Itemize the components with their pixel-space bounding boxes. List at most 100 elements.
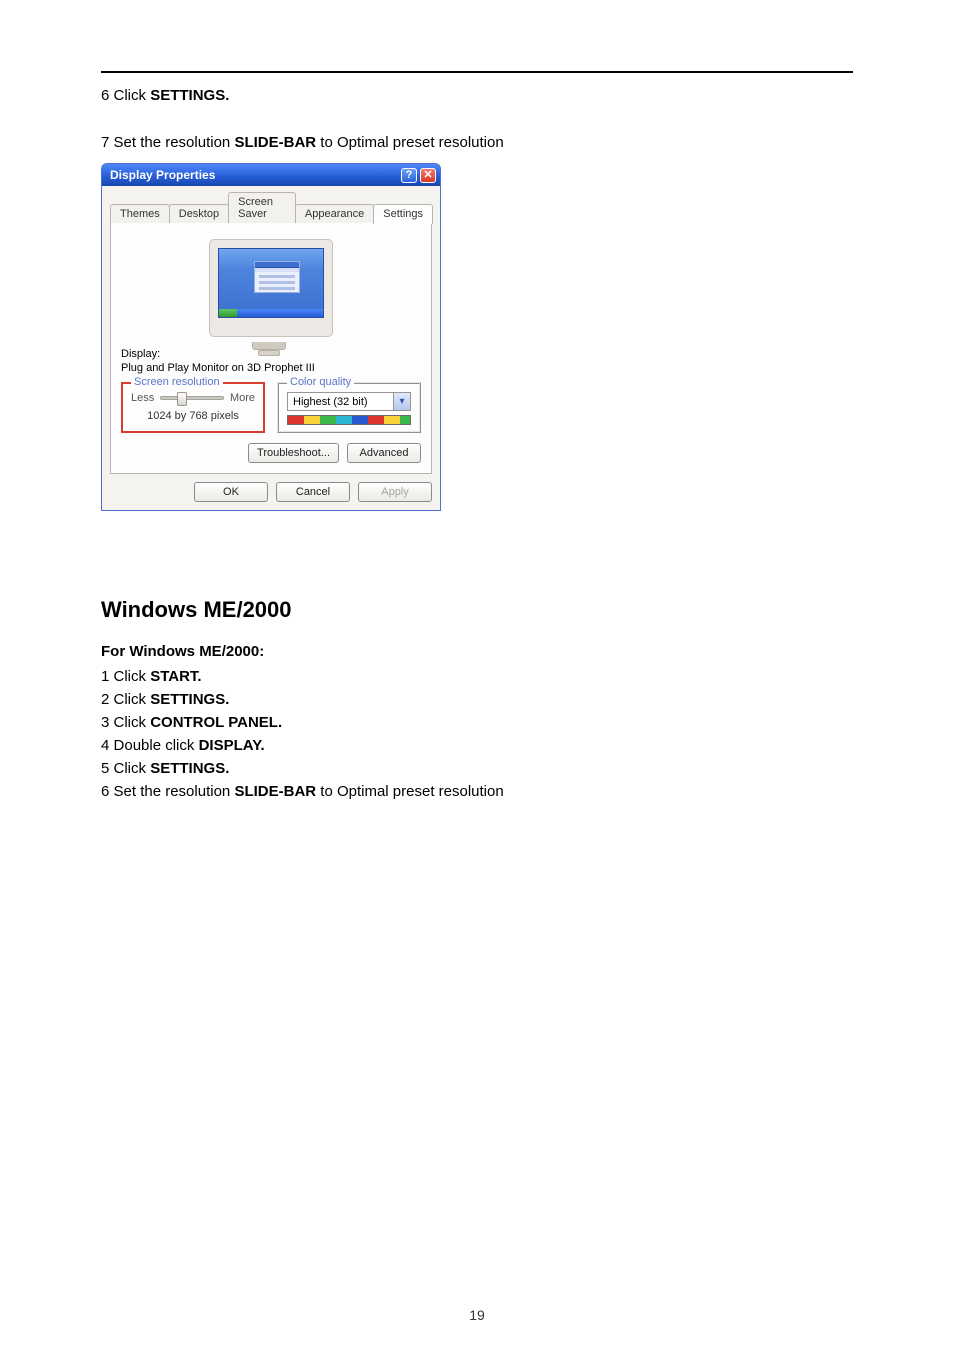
tab-desktop[interactable]: Desktop <box>169 204 229 223</box>
step-num: 3 <box>101 714 109 731</box>
help-icon: ? <box>406 170 413 181</box>
step-pre: Click <box>114 668 151 685</box>
mid-buttons: Troubleshoot... Advanced <box>121 443 421 463</box>
window-body: Themes Desktop Screen Saver Appearance S… <box>102 186 440 510</box>
step-num: 6 <box>101 87 109 104</box>
tab-label: Settings <box>383 208 423 220</box>
monitor-icon <box>209 239 333 337</box>
dialog-footer: OK Cancel Apply <box>110 482 432 502</box>
step-bold: SLIDE-BAR <box>234 783 316 800</box>
more-label: More <box>230 392 255 404</box>
button-label: Advanced <box>360 447 409 459</box>
screen-resolution-group: Screen resolution Less More 1024 by 768 … <box>121 382 265 433</box>
step-pre: Click <box>114 714 151 731</box>
step-4: 4 Double click DISPLAY. <box>101 737 853 754</box>
taskbar-icon <box>219 309 323 317</box>
advanced-button[interactable]: Advanced <box>347 443 421 463</box>
tab-label: Themes <box>120 208 160 220</box>
button-label: Troubleshoot... <box>257 447 330 459</box>
tab-strip: Themes Desktop Screen Saver Appearance S… <box>110 192 432 223</box>
step-bold: SLIDE-BAR <box>234 134 316 151</box>
gap <box>101 116 853 134</box>
step-pre: Click <box>114 760 151 777</box>
button-label: Cancel <box>296 486 330 498</box>
resolution-slider-row: Less More <box>131 392 255 404</box>
step-num: 6 <box>101 783 109 800</box>
resolution-slider[interactable] <box>160 396 224 400</box>
step-pre: Click <box>114 87 151 104</box>
step-2: 2 Click SETTINGS. <box>101 691 853 708</box>
step-num: 4 <box>101 737 109 754</box>
step-pre: Double click <box>114 737 199 754</box>
close-button[interactable]: ✕ <box>420 168 436 183</box>
step-7: 7 Set the resolution SLIDE-BAR to Optima… <box>101 134 853 151</box>
color-quality-group: Color quality Highest (32 bit) ▾ <box>277 382 421 433</box>
step-post: to Optimal preset resolution <box>316 134 504 151</box>
display-name: Plug and Play Monitor on 3D Prophet III <box>121 362 421 374</box>
step-bold: CONTROL PANEL. <box>150 714 282 731</box>
button-label: OK <box>223 486 239 498</box>
page-number: 19 <box>1 1307 953 1323</box>
group-title: Screen resolution <box>131 376 223 388</box>
troubleshoot-button[interactable]: Troubleshoot... <box>248 443 339 463</box>
step-bold: DISPLAY. <box>199 737 265 754</box>
step-bold: START. <box>150 668 201 685</box>
settings-columns: Screen resolution Less More 1024 by 768 … <box>121 382 421 433</box>
step-num: 7 <box>101 134 109 151</box>
color-quality-select[interactable]: Highest (32 bit) ▾ <box>287 392 411 411</box>
tab-settings[interactable]: Settings <box>373 204 433 224</box>
step-post: to Optimal preset resolution <box>316 783 504 800</box>
slider-thumb-icon[interactable] <box>177 392 187 406</box>
group-title: Color quality <box>287 376 354 388</box>
display-name-text: Plug and Play Monitor on 3D Prophet III <box>121 362 315 374</box>
less-label: Less <box>131 392 154 404</box>
monitor-neck-icon <box>252 342 286 350</box>
tab-label: Screen Saver <box>238 196 273 220</box>
tab-label: Desktop <box>179 208 219 220</box>
step-6b: 6 Set the resolution SLIDE-BAR to Optima… <box>101 783 853 800</box>
tab-screensaver[interactable]: Screen Saver <box>228 192 296 223</box>
tab-label: Appearance <box>305 208 364 220</box>
step-pre: Set the resolution <box>114 134 235 151</box>
step-bold: SETTINGS. <box>150 760 229 777</box>
step-pre: Set the resolution <box>114 783 235 800</box>
tab-panel: Display: Plug and Play Monitor on 3D Pro… <box>110 222 432 474</box>
preview-window-icon <box>254 261 300 293</box>
window-title: Display Properties <box>110 168 215 182</box>
step-6: 6 Click SETTINGS. <box>101 87 853 104</box>
chevron-down-icon[interactable]: ▾ <box>393 393 410 410</box>
step-num: 2 <box>101 691 109 708</box>
titlebar-buttons: ? ✕ <box>401 168 436 183</box>
page: 6 Click SETTINGS. 7 Set the resolution S… <box>0 0 954 1350</box>
help-button[interactable]: ? <box>401 168 417 183</box>
tab-themes[interactable]: Themes <box>110 204 170 223</box>
start-button-icon <box>219 309 237 317</box>
color-preview-icon <box>287 415 411 425</box>
monitor-preview <box>121 233 421 345</box>
display-properties-window: Display Properties ? ✕ Themes Desktop Sc… <box>101 163 441 511</box>
select-value: Highest (32 bit) <box>288 396 393 408</box>
apply-button[interactable]: Apply <box>358 482 432 502</box>
tab-appearance[interactable]: Appearance <box>295 204 374 223</box>
ok-button[interactable]: OK <box>194 482 268 502</box>
step-bold: SETTINGS. <box>150 691 229 708</box>
step-5: 5 Click SETTINGS. <box>101 760 853 777</box>
step-bold: SETTINGS. <box>150 87 229 104</box>
window-titlebar[interactable]: Display Properties ? ✕ <box>102 164 440 186</box>
cancel-button[interactable]: Cancel <box>276 482 350 502</box>
step-num: 1 <box>101 668 109 685</box>
gap <box>101 511 853 541</box>
me2000-steps: 1 Click START. 2 Click SETTINGS. 3 Click… <box>101 668 853 800</box>
heading-windows-me-2000: Windows ME/2000 <box>101 597 853 623</box>
monitor-base-icon <box>258 350 280 356</box>
button-label: Apply <box>381 486 409 498</box>
close-icon: ✕ <box>423 170 432 181</box>
step-1: 1 Click START. <box>101 668 853 685</box>
top-rule <box>101 71 853 73</box>
step-pre: Click <box>114 691 151 708</box>
step-num: 5 <box>101 760 109 777</box>
monitor-screen-icon <box>218 248 324 318</box>
resolution-value: 1024 by 768 pixels <box>131 410 255 422</box>
step-3: 3 Click CONTROL PANEL. <box>101 714 853 731</box>
subheading: For Windows ME/2000: <box>101 643 853 660</box>
